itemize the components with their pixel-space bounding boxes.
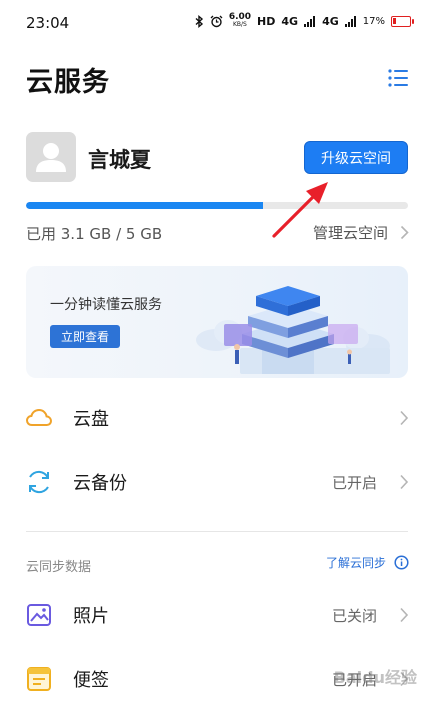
intro-banner[interactable]: 一分钟读懂云服务 立即查看 <box>26 266 408 378</box>
list-item-label: 云盘 <box>73 409 109 430</box>
speed-unit: KB/S <box>232 21 247 28</box>
page-title: 云服务 <box>26 67 110 98</box>
status-icons: 6.00 KB/S HD 4G 4G 17% <box>195 13 414 29</box>
bluetooth-icon <box>195 14 203 28</box>
status-bar: 23:04 6.00 KB/S HD 4G 4G 17% <box>0 0 431 46</box>
signal-icon <box>304 15 316 27</box>
info-icon <box>394 555 409 570</box>
upgrade-storage-button[interactable]: 升级云空间 <box>304 141 408 174</box>
storage-progress-bar <box>26 202 408 209</box>
battery-icon <box>391 15 414 27</box>
list-item-label: 便签 <box>73 670 109 691</box>
status-time: 23:04 <box>26 14 70 32</box>
learn-cloud-sync-label: 了解云同步 <box>325 556 386 570</box>
person-icon <box>36 143 66 172</box>
battery-percent: 17% <box>362 15 385 27</box>
cloud-drive-icon <box>25 408 53 426</box>
chevron-right-icon <box>400 225 409 240</box>
divider <box>26 531 408 532</box>
annotation-arrow-icon <box>272 182 328 238</box>
section-title: 云同步数据 <box>26 560 92 575</box>
list-item-label: 云备份 <box>73 473 127 494</box>
status-text: 已开启 <box>331 473 377 492</box>
list-item-cloud-backup[interactable]: 云备份 已开启 <box>0 462 431 502</box>
learn-cloud-sync-link[interactable]: 了解云同步 <box>326 554 409 571</box>
signal-icon-2 <box>344 15 356 27</box>
signal-2-label: 4G <box>322 14 339 28</box>
list-item-cloud-drive[interactable]: 云盘 <box>0 398 431 438</box>
alarm-icon <box>210 15 223 27</box>
storage-usage-text: 已用 3.1 GB / 5 GB <box>26 225 163 243</box>
speed-value: 6.00 <box>228 12 252 22</box>
menu-list-icon[interactable] <box>387 68 409 88</box>
cloud-server-illustration-icon <box>196 286 390 374</box>
cloud-backup-sync-icon <box>29 470 49 494</box>
view-now-button[interactable]: 立即查看 <box>50 325 120 348</box>
list-item-label: 照片 <box>73 606 109 627</box>
chevron-right-icon <box>400 410 409 426</box>
hd-label: HD <box>257 14 276 28</box>
list-item-photos[interactable]: 照片 已关闭 <box>0 595 431 635</box>
photo-gallery-icon <box>27 604 51 626</box>
watermark: Baidu经验 <box>333 668 417 687</box>
chevron-right-icon <box>400 474 409 490</box>
storage-progress-fill <box>26 202 263 209</box>
status-text: 已关闭 <box>331 606 377 625</box>
notes-icon <box>27 667 51 691</box>
avatar[interactable] <box>26 132 76 182</box>
username: 言城夏 <box>88 148 151 172</box>
network-speed: 6.00 KB/S <box>229 13 251 29</box>
signal-1-label: 4G <box>281 14 299 28</box>
chevron-right-icon <box>400 607 409 623</box>
banner-title: 一分钟读懂云服务 <box>50 297 162 313</box>
